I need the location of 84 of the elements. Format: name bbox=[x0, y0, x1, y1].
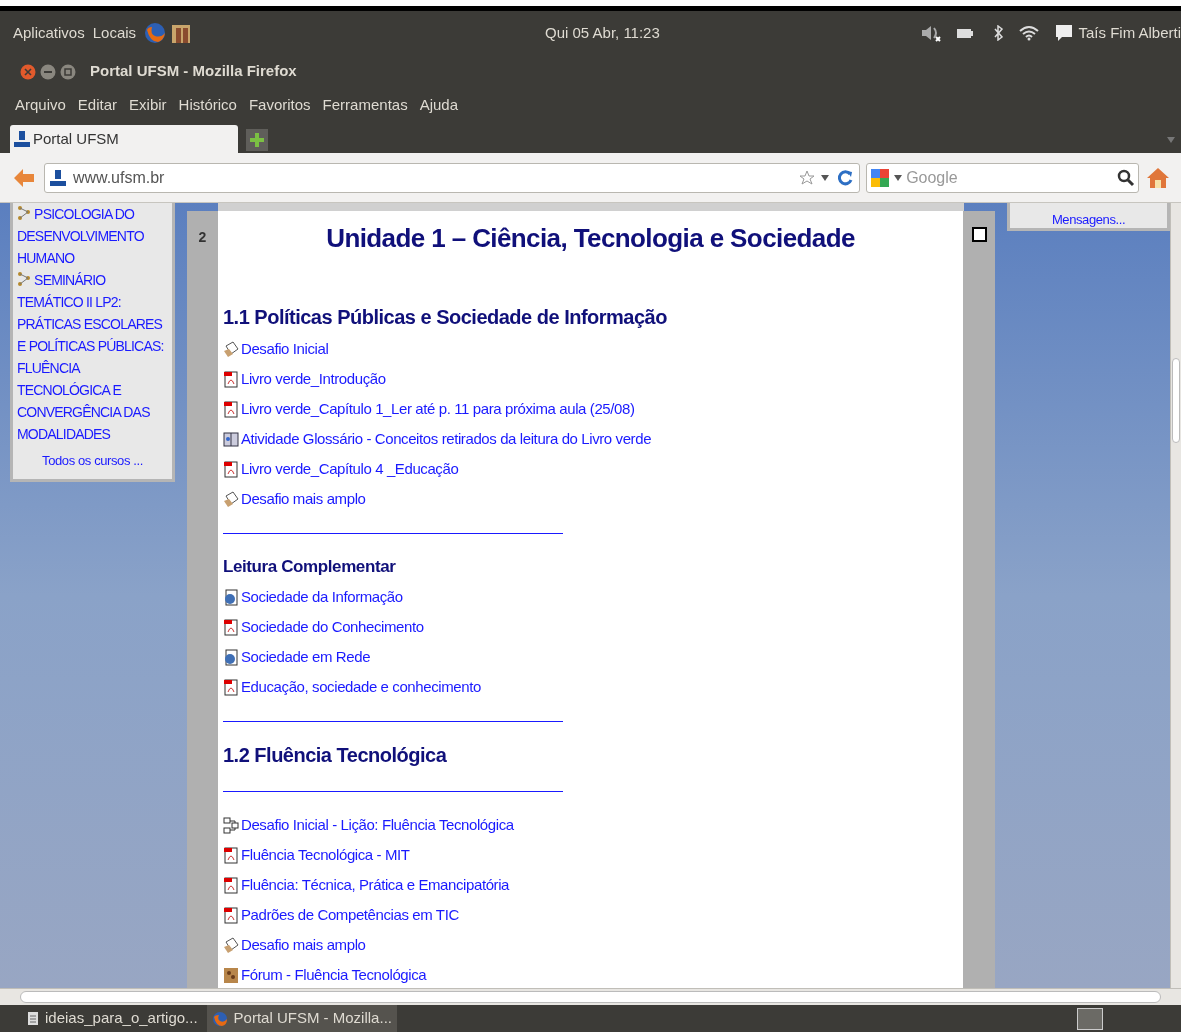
course-link[interactable]: SEMINÁRIO TEMÁTICO II LP2: PRÁTICAS ESCOLARES E POLÍTICAS PÚBLICAS: FLUÊNCIA TECNOLÓGICA E CONVERGÊNCIA DAS MODALIDADES bbox=[17, 269, 168, 445]
battery-icon bbox=[956, 27, 975, 39]
speaker-muted-icon bbox=[920, 24, 943, 42]
menu-item[interactable]: Editar bbox=[77, 93, 118, 117]
discussion-icon bbox=[223, 966, 239, 984]
search-icon bbox=[1117, 168, 1136, 187]
chat-bubble-icon bbox=[1054, 23, 1075, 43]
activity-link[interactable]: Livro verde_Introdução bbox=[241, 367, 386, 391]
pdf-file-icon bbox=[223, 906, 239, 924]
messages-link[interactable]: Mensagens... bbox=[1051, 212, 1126, 228]
activity-link[interactable]: Sociedade em Rede bbox=[241, 645, 371, 669]
browser-icon[interactable] bbox=[144, 22, 167, 44]
section-heading: 1.2 Fluência Tecnológica bbox=[223, 743, 448, 768]
browser-tab[interactable]: Portal UFSM bbox=[10, 125, 238, 153]
bluetooth-icon bbox=[994, 25, 1005, 41]
hand-with-paper-icon bbox=[223, 340, 239, 358]
activity-link[interactable]: Sociedade da Informação bbox=[241, 585, 403, 609]
activity-link[interactable]: Fluência Tecnológica - MIT bbox=[241, 843, 410, 867]
taskbar-item[interactable]: Portal UFSM - Mozilla... bbox=[206, 1005, 397, 1032]
highlight-toggle[interactable] bbox=[971, 227, 987, 242]
dropdown-arrow-icon bbox=[821, 174, 830, 181]
new-tab-button[interactable] bbox=[246, 129, 268, 151]
subheading: Leitura Complementar bbox=[223, 556, 397, 578]
activity-link[interactable]: Livro verde_Capítulo 4 _Educação bbox=[241, 457, 459, 481]
menu-item[interactable]: Exibir bbox=[129, 93, 167, 117]
section-number: 2 bbox=[198, 228, 207, 247]
dropdown-arrow-icon bbox=[894, 174, 903, 181]
pdf-file-icon bbox=[223, 678, 239, 696]
pdf-file-icon bbox=[223, 846, 239, 864]
star-icon bbox=[799, 169, 816, 186]
book-icon bbox=[223, 430, 239, 448]
url-text: www.ufsm.br bbox=[72, 167, 166, 188]
activity-link[interactable]: Livro verde_Capítulo 1_Ler até p. 11 para próxima aula (25/08) bbox=[241, 397, 635, 421]
search-input[interactable]: Google bbox=[906, 165, 1114, 190]
pdf-file-icon bbox=[223, 400, 239, 418]
menu-item[interactable]: Ajuda bbox=[419, 93, 458, 117]
activity-link[interactable]: Desafio Inicial bbox=[241, 337, 329, 361]
document-icon bbox=[27, 1011, 39, 1026]
search-field[interactable]: Google bbox=[866, 162, 1140, 193]
user-name[interactable]: Taís Fim Alberti bbox=[1078, 21, 1181, 45]
pdf-file-icon bbox=[223, 460, 239, 478]
all-courses-link[interactable]: Todos os cursos ... bbox=[17, 451, 168, 471]
maximize-icon bbox=[60, 63, 76, 80]
clock[interactable]: Qui 05 Abr, 11:23 bbox=[545, 21, 660, 45]
menu-item[interactable]: Histórico bbox=[178, 93, 237, 117]
crest-icon bbox=[13, 130, 31, 148]
pdf-file-icon bbox=[223, 370, 239, 388]
horizontal-scrollbar[interactable] bbox=[0, 988, 1181, 1005]
wifi-icon bbox=[1018, 25, 1041, 41]
workspace-switcher[interactable] bbox=[1077, 1007, 1103, 1030]
document-icon bbox=[223, 588, 239, 606]
activity-link[interactable]: Desafio Inicial - Lição: Fluência Tecnológica bbox=[241, 813, 514, 837]
google-logo-icon bbox=[870, 167, 891, 188]
activity-link[interactable]: Atividade Glossário - Conceitos retirados da leitura do Livro verde bbox=[241, 427, 652, 451]
flowchart-icon bbox=[223, 816, 239, 834]
activity-link[interactable]: Desafio mais amplo bbox=[241, 487, 366, 511]
file-cabinet-icon[interactable] bbox=[170, 22, 193, 44]
vertical-scrollbar[interactable] bbox=[1170, 203, 1181, 988]
panel-menu[interactable]: Locais bbox=[92, 21, 137, 45]
dropdown-arrow-icon bbox=[1167, 137, 1175, 143]
activity-link[interactable]: Padrões de Competências em TIC bbox=[241, 903, 459, 927]
hand-with-paper-icon bbox=[223, 490, 239, 508]
browser-icon bbox=[211, 1010, 228, 1027]
pdf-file-icon bbox=[223, 876, 239, 894]
menu-item[interactable]: Favoritos bbox=[248, 93, 311, 117]
hand-with-paper-icon bbox=[223, 936, 239, 954]
menu-item[interactable]: Arquivo bbox=[15, 93, 66, 117]
section-heading: 1.1 Políticas Públicas e Sociedade de Informação bbox=[223, 305, 668, 330]
pdf-file-icon bbox=[223, 618, 239, 636]
crest-icon bbox=[48, 168, 67, 187]
minimize-icon bbox=[40, 63, 56, 80]
course-link[interactable]: PSICOLOGIA DO DESENVOLVIMENTO HUMANO bbox=[17, 203, 168, 269]
activity-link[interactable]: Fórum - Fluência Tecnológica bbox=[241, 963, 427, 987]
activity-link[interactable]: Fluência: Técnica, Prática e Emancipatória bbox=[241, 873, 510, 897]
activity-link[interactable]: Desafio mais amplo bbox=[241, 933, 366, 957]
address-bar[interactable]: www.ufsm.br bbox=[43, 162, 861, 193]
menu-item[interactable]: Ferramentas bbox=[322, 93, 408, 117]
section-title: Unidade 1 – Ciência, Tecnologia e Sociedade bbox=[325, 222, 856, 255]
activity-link[interactable]: Sociedade do Conhecimento bbox=[241, 615, 424, 639]
activity-link[interactable]: Educação, sociedade e conhecimento bbox=[241, 675, 481, 699]
window-title: Portal UFSM - Mozilla Firefox bbox=[90, 61, 297, 82]
panel-menu[interactable]: Aplicativos bbox=[13, 21, 85, 45]
close-icon bbox=[20, 63, 36, 80]
document-icon bbox=[223, 648, 239, 666]
